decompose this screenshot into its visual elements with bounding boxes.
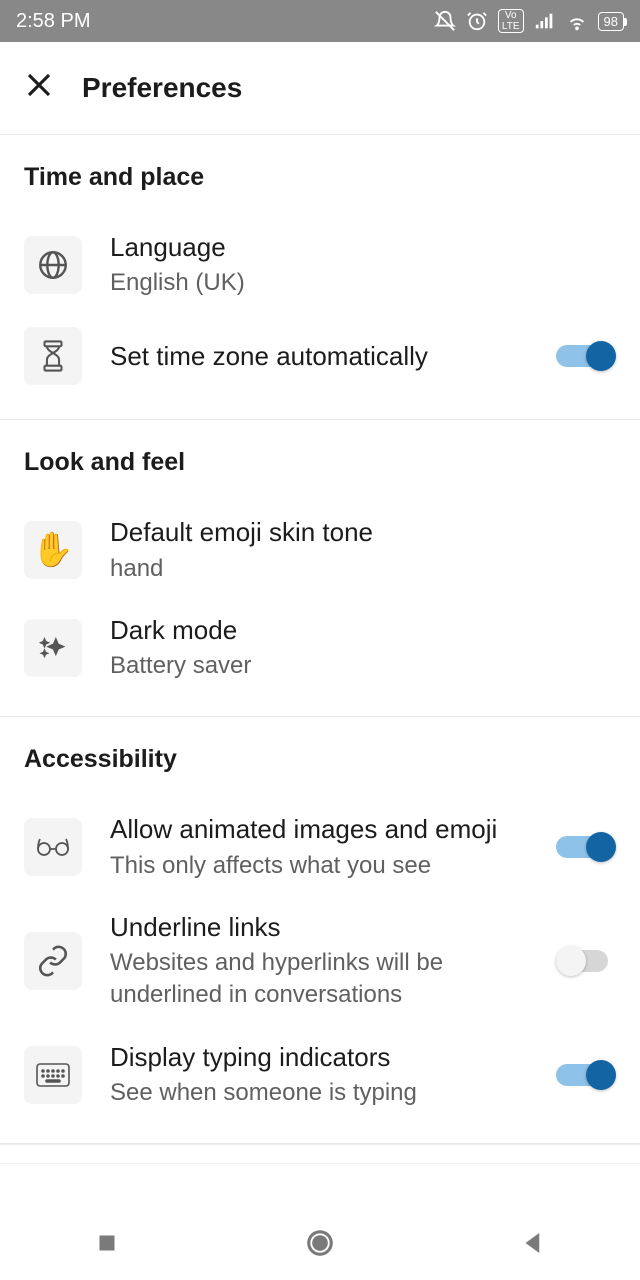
animated-title: Allow animated images and emoji: [110, 812, 528, 847]
bell-off-icon: [434, 10, 456, 32]
hand-emoji-icon: ✋: [24, 521, 82, 579]
close-icon[interactable]: [24, 70, 54, 106]
section-title-time-place: Time and place: [24, 163, 616, 192]
glasses-icon: [24, 818, 82, 876]
animated-toggle[interactable]: [556, 832, 616, 862]
language-title: Language: [110, 230, 616, 265]
typing-title: Display typing indicators: [110, 1040, 528, 1075]
volte-badge: VoLTE: [498, 9, 524, 33]
back-button[interactable]: [518, 1228, 548, 1263]
typing-toggle[interactable]: [556, 1060, 616, 1090]
row-emoji-tone[interactable]: ✋ Default emoji skin tone hand: [24, 501, 616, 598]
keyboard-icon: [24, 1046, 82, 1104]
underline-toggle[interactable]: [556, 946, 616, 976]
section-accessibility: Accessibility Allow animated images and …: [0, 717, 640, 1133]
dark-mode-value: Battery saver: [110, 650, 616, 682]
dark-mode-title: Dark mode: [110, 613, 616, 648]
header: Preferences: [0, 42, 640, 135]
section-look-feel: Look and feel ✋ Default emoji skin tone …: [0, 420, 640, 706]
globe-icon: [24, 236, 82, 294]
home-button[interactable]: [305, 1228, 335, 1263]
hourglass-icon: [24, 327, 82, 385]
emoji-tone-title: Default emoji skin tone: [110, 515, 616, 550]
timezone-toggle[interactable]: [556, 341, 616, 371]
language-value: English (UK): [110, 267, 616, 299]
section-title-look-feel: Look and feel: [24, 448, 616, 477]
status-icons: VoLTE 98: [434, 9, 624, 33]
row-dark-mode[interactable]: Dark mode Battery saver: [24, 599, 616, 696]
status-time: 2:58 PM: [16, 10, 434, 33]
underline-sub: Websites and hyperlinks will be underlin…: [110, 947, 528, 1012]
row-typing[interactable]: Display typing indicators See when someo…: [24, 1026, 616, 1123]
section-title-accessibility: Accessibility: [24, 745, 616, 774]
animated-sub: This only affects what you see: [110, 850, 528, 882]
bottom-spacer: [0, 1144, 640, 1164]
wifi-icon: [566, 10, 588, 32]
emoji-tone-value: hand: [110, 553, 616, 585]
underline-title: Underline links: [110, 910, 528, 945]
link-icon: [24, 932, 82, 990]
android-navbar: [0, 1210, 640, 1280]
status-bar: 2:58 PM VoLTE 98: [0, 0, 640, 42]
section-time-place: Time and place Language English (UK) Set…: [0, 135, 640, 409]
row-animated[interactable]: Allow animated images and emoji This onl…: [24, 798, 616, 895]
alarm-icon: [466, 10, 488, 32]
battery-indicator: 98: [598, 12, 624, 31]
signal-icon: [534, 10, 556, 32]
timezone-title: Set time zone automatically: [110, 339, 528, 374]
row-language[interactable]: Language English (UK): [24, 216, 616, 313]
typing-sub: See when someone is typing: [110, 1077, 528, 1109]
sparkle-icon: [24, 619, 82, 677]
row-timezone[interactable]: Set time zone automatically: [24, 313, 616, 399]
page-title: Preferences: [82, 72, 242, 104]
recent-apps-button[interactable]: [92, 1228, 122, 1263]
row-underline[interactable]: Underline links Websites and hyperlinks …: [24, 896, 616, 1026]
